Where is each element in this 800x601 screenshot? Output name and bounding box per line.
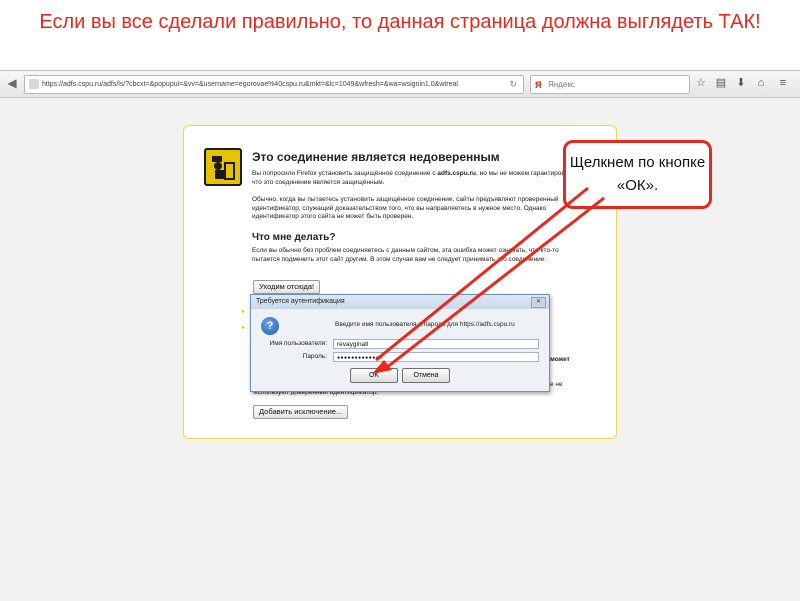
pointer-arrows: [372, 186, 605, 374]
pointer-arrow-line: [375, 186, 589, 362]
arrow-head-icon: [372, 360, 392, 374]
pointer-arrow-line: [385, 196, 605, 370]
